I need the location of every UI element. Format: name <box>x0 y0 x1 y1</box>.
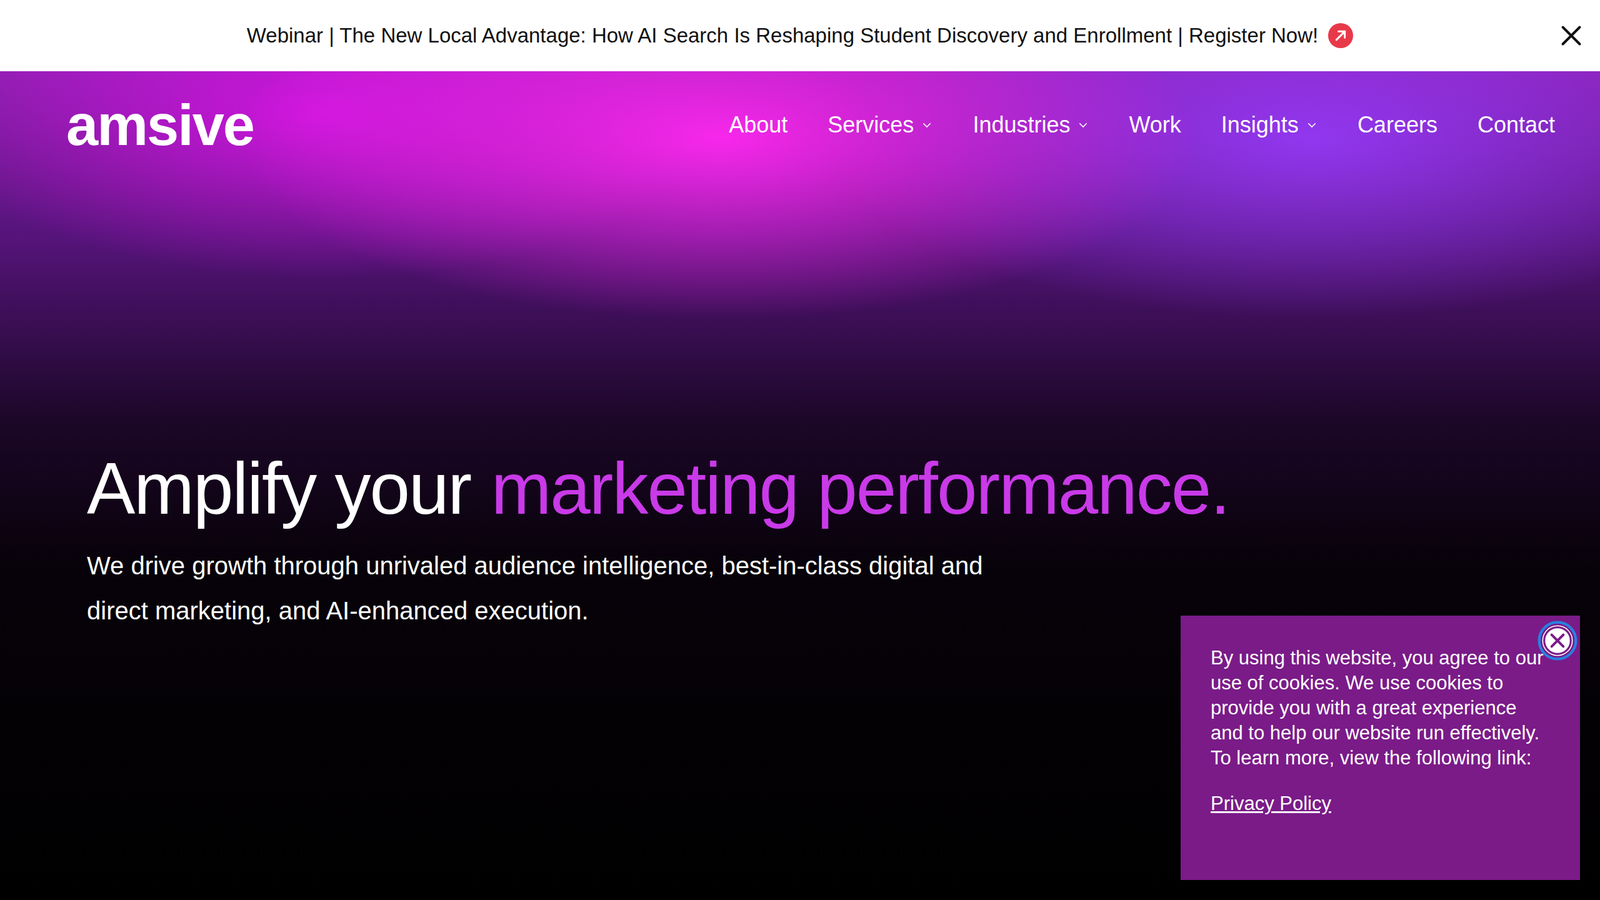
nav-label: Contact <box>1477 108 1555 142</box>
nav-item[interactable]: Careers <box>1357 108 1438 142</box>
heading-accent: marketing performance. <box>491 448 1230 530</box>
nav-label: About <box>728 108 788 142</box>
hero-content: amsive About Services Industries Work Insight… <box>0 71 1600 634</box>
hero-text: We drive growth through unrivaled audien… <box>86 543 1025 634</box>
chevron-down-icon[interactable] <box>921 119 933 131</box>
webinar-banner: Webinar | The New Local Advantage: How A… <box>0 0 1600 72</box>
nav-label: Insights <box>1221 108 1299 142</box>
cookie-notice: By using this website, you agree to our … <box>1180 615 1580 880</box>
hero-heading: Amplify yourmarketing performance. <box>86 447 1600 531</box>
main-nav: About Services Industries Work Insights Caree… <box>728 108 1555 142</box>
nav-item[interactable]: Industries <box>972 108 1089 142</box>
logo[interactable]: amsive <box>66 96 254 154</box>
nav-item[interactable]: Work <box>1128 108 1181 142</box>
close-icon[interactable] <box>1560 24 1583 47</box>
nav-item[interactable]: About <box>728 108 788 142</box>
nav-label: Work <box>1128 108 1181 142</box>
nav-label: Services <box>827 108 914 142</box>
chevron-down-icon[interactable] <box>1077 119 1089 131</box>
nav-item[interactable]: Insights <box>1221 108 1318 142</box>
privacy-policy-link[interactable]: Privacy Policy <box>1210 792 1332 815</box>
banner-link[interactable]: Webinar | The New Local Advantage: How A… <box>246 20 1319 52</box>
arrow-icon[interactable] <box>1328 23 1354 49</box>
close-icon[interactable] <box>1537 620 1578 661</box>
nav-item[interactable]: Services <box>827 108 933 142</box>
heading-white: Amplify your <box>86 448 471 530</box>
cookie-text: By using this website, you agree to our … <box>1210 645 1550 771</box>
nav-item[interactable]: Contact <box>1477 108 1555 142</box>
nav-label: Industries <box>972 108 1070 142</box>
navbar: amsive About Services Industries Work Insight… <box>0 71 1600 154</box>
chevron-down-icon[interactable] <box>1306 119 1318 131</box>
hero-main: Amplify yourmarketing performance. We dri… <box>0 153 1600 634</box>
nav-label: Careers <box>1357 108 1438 142</box>
